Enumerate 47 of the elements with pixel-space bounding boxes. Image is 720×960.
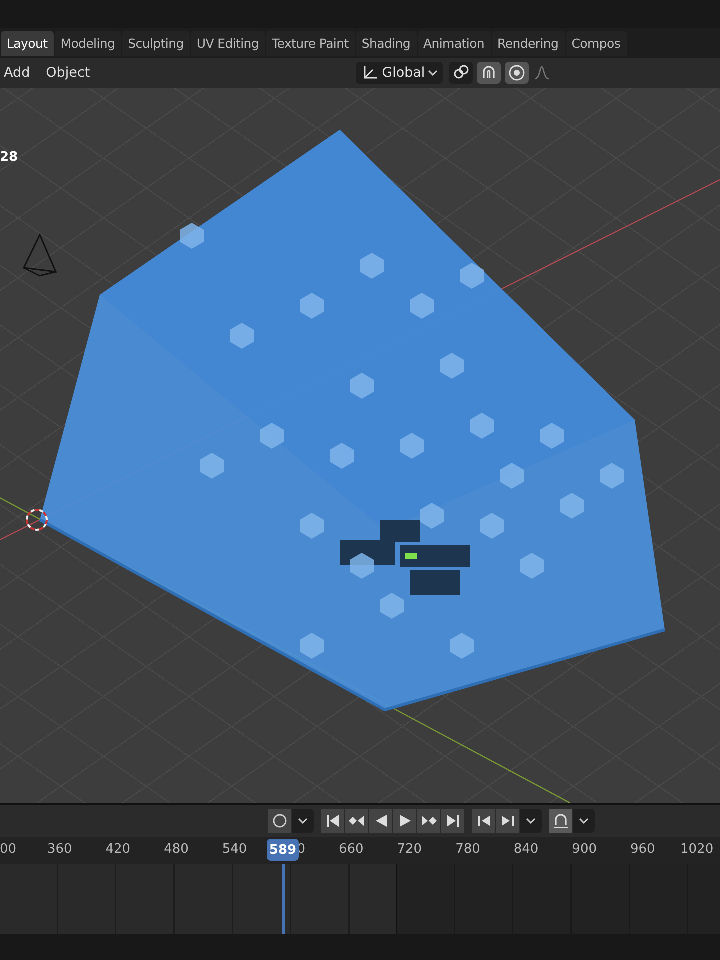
menu-item[interactable]: Object <box>46 62 96 84</box>
workspace-tab[interactable]: Sculpting <box>122 30 190 56</box>
frame-number: 1020 <box>680 842 714 857</box>
workspace-tab[interactable]: Modeling <box>54 30 122 56</box>
frame-number: 780 <box>454 842 480 857</box>
caret-icon <box>579 818 589 824</box>
workspace-tab[interactable]: Compos <box>566 30 627 56</box>
frame-number: 660 <box>338 842 364 857</box>
workspace-tab[interactable]: Texture Paint <box>266 30 355 56</box>
caret-icon <box>298 818 308 824</box>
playback-button[interactable] <box>549 809 573 833</box>
playback-button[interactable] <box>321 809 345 833</box>
playback-button[interactable] <box>393 809 417 833</box>
menu-item[interactable]: Add <box>4 62 36 84</box>
frame-number: 420 <box>104 842 131 857</box>
playback-button[interactable] <box>369 809 393 833</box>
frame-number: 480 <box>163 842 189 857</box>
workspace-tab[interactable]: UV Editing <box>190 30 266 56</box>
frame-number: 720 <box>396 842 422 857</box>
frame-number: 960 <box>629 842 656 857</box>
current-frame-badge[interactable]: 589 <box>267 839 299 861</box>
playback-button[interactable] <box>417 809 441 833</box>
record-circle-icon <box>270 812 288 830</box>
playback-button[interactable] <box>441 809 465 833</box>
frame-number: 360 <box>46 842 72 857</box>
toggle-button[interactable] <box>477 62 502 84</box>
frame-number: 00 <box>0 842 14 857</box>
target-circle-icon <box>508 64 526 82</box>
magnet-icon <box>552 812 570 830</box>
toggle-button[interactable] <box>449 62 474 84</box>
frame-number: 900 <box>571 842 597 857</box>
playback-button[interactable] <box>496 809 520 833</box>
caret-icon <box>428 70 438 76</box>
playback-button[interactable] <box>472 809 496 833</box>
workspace-tab[interactable]: Layout <box>1 30 54 56</box>
frame-number: 840 <box>512 842 539 857</box>
playback-button[interactable] <box>345 809 369 833</box>
playback-button[interactable] <box>268 809 292 833</box>
frame-overlay-text: 28 <box>0 150 18 165</box>
toggle-button[interactable] <box>505 62 530 84</box>
workspace-tab[interactable]: Animation <box>418 30 491 56</box>
workspace-tab[interactable]: Shading <box>356 30 417 56</box>
frame-number: 540 <box>221 842 248 857</box>
caret-icon <box>526 818 536 824</box>
orientation-dropdown[interactable]: Global <box>356 62 444 84</box>
falloff-dropdown[interactable] <box>533 64 552 82</box>
workspace-tab[interactable]: Rendering <box>492 30 565 56</box>
